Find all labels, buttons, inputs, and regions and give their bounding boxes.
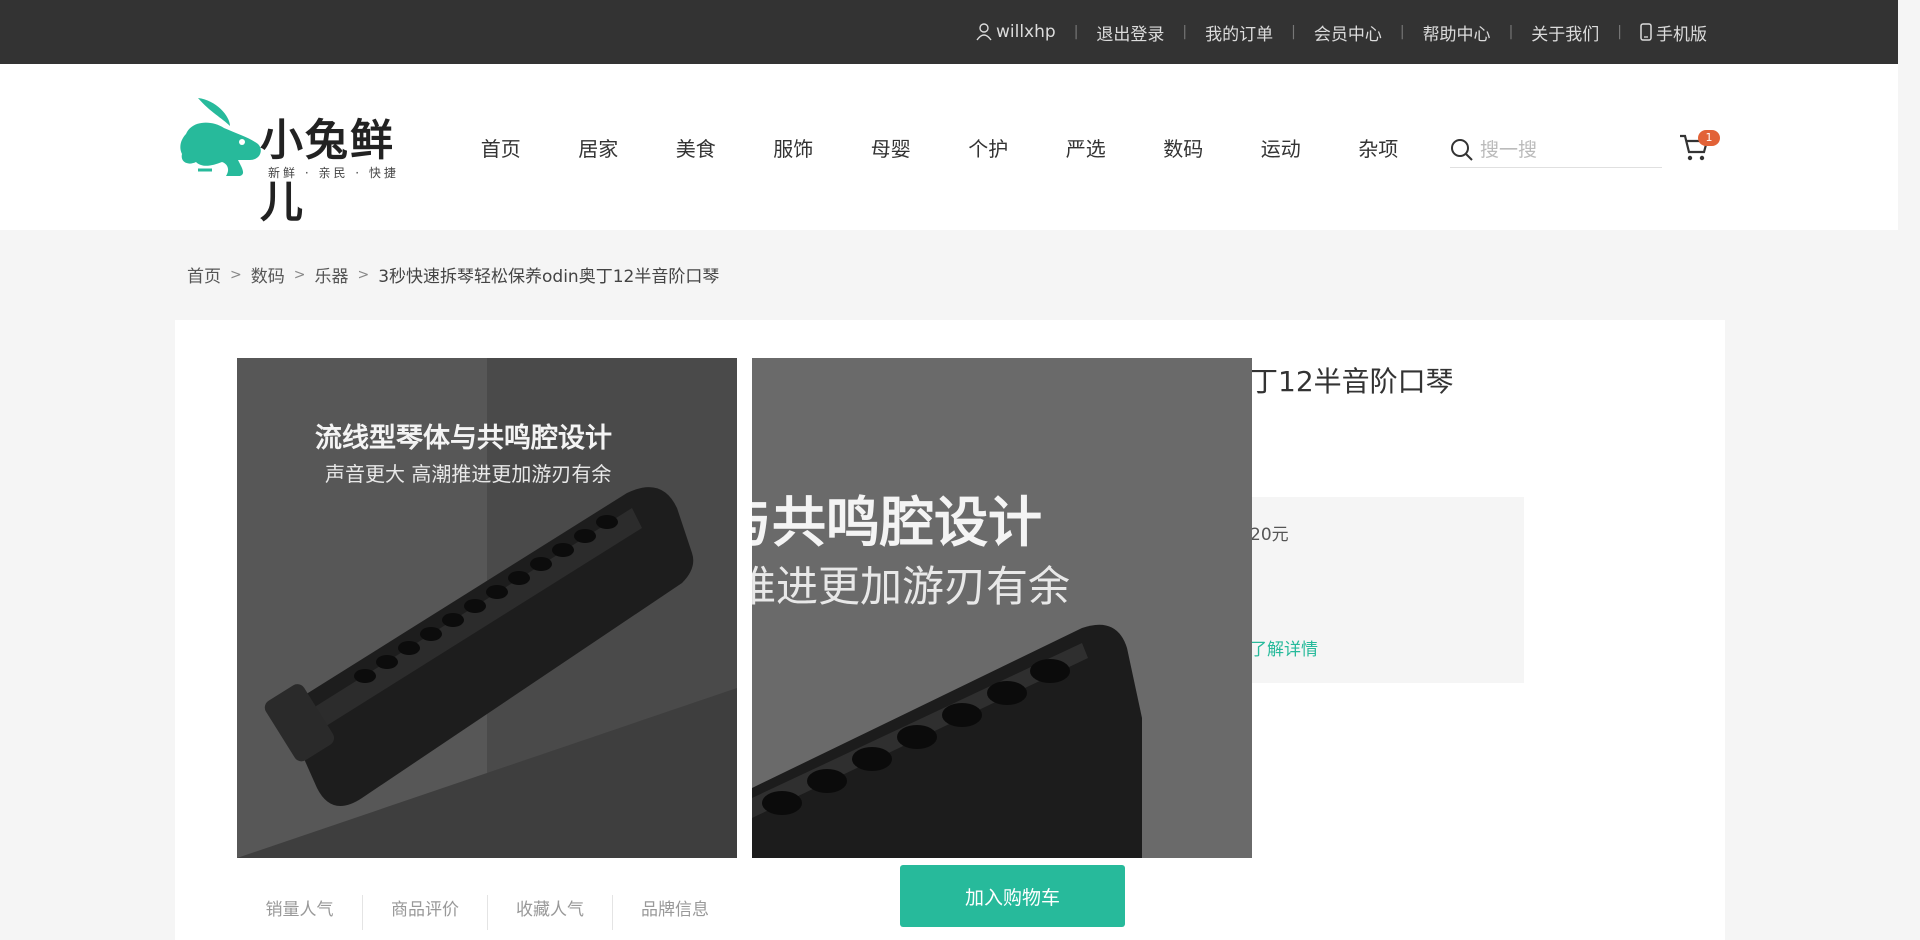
about-us-link[interactable]: 关于我们: [1531, 20, 1599, 45]
user-link[interactable]: willxhp: [976, 22, 1056, 42]
stat-label: 品牌信息: [641, 900, 709, 920]
stat-label: 销量人气: [265, 900, 334, 920]
product-stats: 销量人气 商品评价 收藏人气 品牌信息: [237, 895, 737, 930]
chevron-right-icon: >: [230, 266, 242, 283]
my-orders-link[interactable]: 我的订单: [1205, 20, 1273, 45]
breadcrumb-current: 3秒快速拆琴轻松保养odin奥丁12半音阶口琴: [378, 267, 720, 287]
help-center-link[interactable]: 帮助中心: [1423, 20, 1491, 45]
nav-item-apparel[interactable]: 服饰: [745, 133, 843, 162]
price-box: 20元 了解详情: [1250, 497, 1524, 683]
rabbit-logo-icon: [180, 98, 261, 176]
nav-item-home[interactable]: 首页: [452, 133, 550, 162]
search-box: [1450, 132, 1662, 168]
learn-more-link[interactable]: 了解详情: [1250, 635, 1318, 660]
nav-item-baby[interactable]: 母婴: [842, 133, 940, 162]
top-bar: willxhp | 退出登录 | 我的订单 | 会员中心 | 帮助中心 | 关于…: [0, 0, 1898, 64]
mobile-version-link[interactable]: 手机版: [1640, 20, 1707, 45]
divider: |: [1291, 24, 1296, 40]
divider: |: [1399, 24, 1405, 40]
stat-reviews[interactable]: 商品评价: [362, 895, 487, 930]
stat-sales[interactable]: 销量人气: [237, 895, 362, 930]
chevron-right-icon: >: [357, 266, 370, 283]
product-main-image[interactable]: 流线型琴体与共鸣腔设计 声音更大 高潮推进更加游刃有余: [237, 358, 737, 858]
product-title: 丁12半音阶口琴: [1250, 365, 1454, 398]
stat-label: 商品评价: [391, 900, 459, 920]
zoom-image-headline: 与共鸣腔设计: [752, 491, 1042, 554]
search-input[interactable]: [1480, 138, 1650, 161]
member-center-link[interactable]: 会员中心: [1314, 20, 1382, 45]
nav-item-sports[interactable]: 运动: [1232, 133, 1330, 162]
mobile-version-label: 手机版: [1656, 24, 1707, 45]
nav-item-personal-care[interactable]: 个护: [940, 133, 1038, 162]
stat-brand[interactable]: 品牌信息: [612, 895, 737, 930]
price-text: 20元: [1250, 525, 1289, 545]
search-icon[interactable]: [1450, 138, 1474, 162]
cart-count-badge: 1: [1698, 130, 1720, 146]
divider: |: [1182, 24, 1188, 40]
zoom-image-subheadline: 推进更加游刃有余: [752, 562, 1071, 611]
breadcrumb-instruments[interactable]: 乐器: [314, 262, 348, 287]
phone-icon: [1640, 23, 1652, 41]
divider: |: [1508, 24, 1514, 40]
add-to-cart-button[interactable]: 加入购物车: [900, 865, 1125, 927]
breadcrumb-home[interactable]: 首页: [187, 262, 221, 287]
stat-favorites[interactable]: 收藏人气: [487, 895, 612, 930]
chevron-right-icon: >: [293, 266, 306, 283]
image-headline: 流线型琴体与共鸣腔设计: [315, 423, 612, 454]
nav-item-selected[interactable]: 严选: [1037, 133, 1135, 162]
stat-label: 收藏人气: [516, 900, 584, 920]
top-bar-nav: willxhp | 退出登录 | 我的订单 | 会员中心 | 帮助中心 | 关于…: [976, 0, 1707, 64]
image-subheadline: 声音更大 高潮推进更加游刃有余: [325, 462, 612, 486]
nav-item-misc[interactable]: 杂项: [1330, 133, 1428, 162]
breadcrumb-digital[interactable]: 数码: [251, 262, 285, 287]
main-nav: 首页 居家 美食 服饰 母婴 个护 严选 数码 运动 杂项: [452, 64, 1427, 230]
product-zoom-image: 与共鸣腔设计 推进更加游刃有余: [752, 358, 1252, 858]
divider: |: [1073, 24, 1079, 40]
user-icon: [976, 23, 992, 41]
nav-item-home-living[interactable]: 居家: [550, 133, 648, 162]
breadcrumb: 首页 > 数码 > 乐器 > 3秒快速拆琴轻松保养odin奥丁12半音阶口琴: [187, 262, 720, 288]
header: 小兔鲜儿 新鲜 · 亲民 · 快捷 首页 居家 美食 服饰 母婴 个护 严选 数…: [0, 64, 1898, 230]
logo-subtitle: 新鲜 · 亲民 · 快捷: [268, 166, 399, 180]
cart-button[interactable]: 1: [1678, 126, 1720, 166]
nav-item-food[interactable]: 美食: [647, 133, 745, 162]
username: willxhp: [995, 22, 1056, 42]
logo[interactable]: 小兔鲜儿 新鲜 · 亲民 · 快捷: [178, 94, 428, 228]
divider: |: [1617, 24, 1622, 40]
logout-link[interactable]: 退出登录: [1096, 20, 1164, 45]
nav-item-digital[interactable]: 数码: [1135, 133, 1233, 162]
